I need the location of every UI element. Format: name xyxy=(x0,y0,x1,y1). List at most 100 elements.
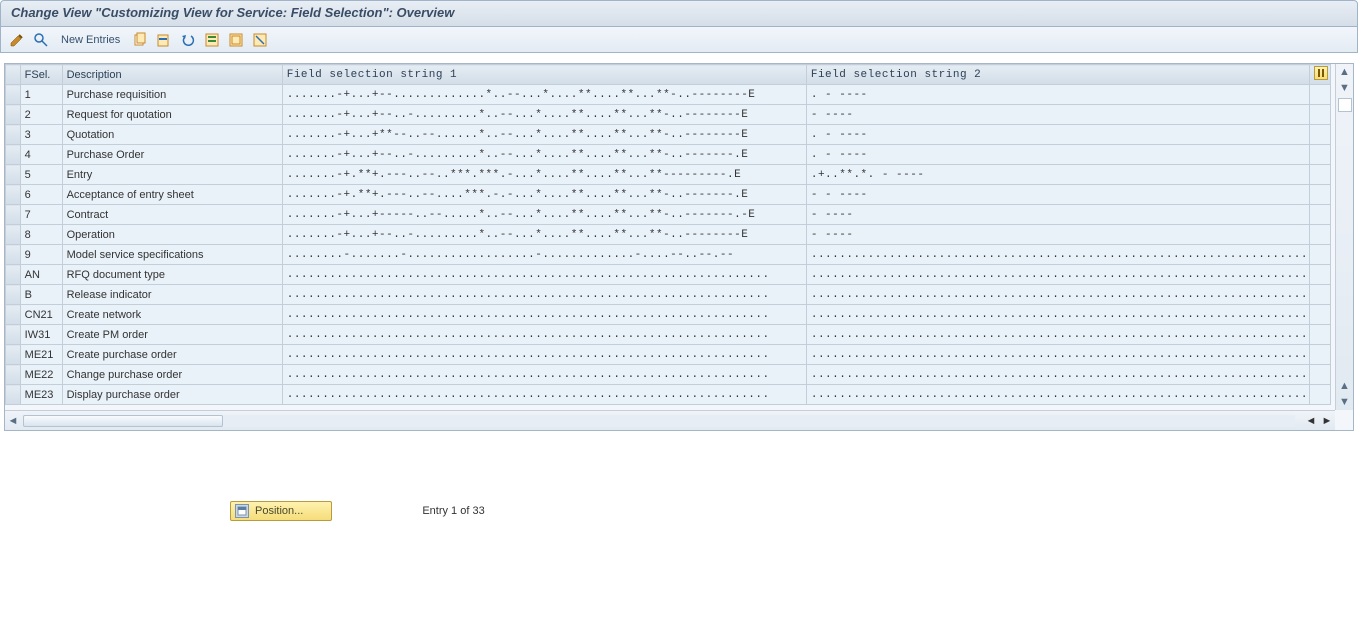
cell-description[interactable]: Purchase requisition xyxy=(62,85,282,105)
cell-string2[interactable]: . - ---- xyxy=(806,145,1309,165)
cell-fsel[interactable]: 1 xyxy=(20,85,62,105)
cell-string2[interactable]: ........................................… xyxy=(806,265,1309,285)
cell-description[interactable]: Purchase Order xyxy=(62,145,282,165)
col-header-string2[interactable]: Field selection string 2 xyxy=(806,65,1309,85)
row-selector[interactable] xyxy=(6,125,21,145)
col-header-fsel[interactable]: FSel. xyxy=(20,65,62,85)
cell-string1[interactable]: ........................................… xyxy=(282,345,806,365)
row-selector[interactable] xyxy=(6,325,21,345)
delete-icon[interactable] xyxy=(154,30,174,50)
position-button[interactable]: Position... xyxy=(230,501,332,521)
cell-string2[interactable]: - ---- xyxy=(806,225,1309,245)
cell-fsel[interactable]: B xyxy=(20,285,62,305)
cell-string2[interactable]: - ---- xyxy=(806,105,1309,125)
cell-fsel[interactable]: 4 xyxy=(20,145,62,165)
cell-string1[interactable]: .......-+...+--.............*..--...*...… xyxy=(282,85,806,105)
cell-fsel[interactable]: ME22 xyxy=(20,365,62,385)
vertical-scrollbar[interactable]: ▲ ▼ ▲ ▼ xyxy=(1335,64,1353,410)
cell-string2[interactable]: ........................................… xyxy=(806,385,1309,405)
cell-string1[interactable]: ........................................… xyxy=(282,265,806,285)
row-selector-header[interactable] xyxy=(6,65,21,85)
cell-string2[interactable]: ........................................… xyxy=(806,305,1309,325)
row-selector[interactable] xyxy=(6,345,21,365)
scroll-up-small-icon[interactable]: ▲ xyxy=(1337,378,1353,394)
row-selector[interactable] xyxy=(6,205,21,225)
cell-string1[interactable]: .......-+...+--..-.........*..--...*....… xyxy=(282,225,806,245)
cell-fsel[interactable]: ME23 xyxy=(20,385,62,405)
cell-fsel[interactable]: CN21 xyxy=(20,305,62,325)
cell-fsel[interactable]: 6 xyxy=(20,185,62,205)
scroll-down-small-icon[interactable]: ▼ xyxy=(1337,80,1353,96)
cell-description[interactable]: Create PM order xyxy=(62,325,282,345)
cell-string2[interactable]: ........................................… xyxy=(806,345,1309,365)
table-settings-icon[interactable] xyxy=(1314,66,1328,80)
cell-string2[interactable]: ........................................… xyxy=(806,285,1309,305)
configure-columns-button[interactable] xyxy=(1310,65,1331,85)
cell-string2[interactable]: . - ---- xyxy=(806,125,1309,145)
cell-description[interactable]: Operation xyxy=(62,225,282,245)
cell-description[interactable]: Contract xyxy=(62,205,282,225)
col-header-string1[interactable]: Field selection string 1 xyxy=(282,65,806,85)
cell-fsel[interactable]: ME21 xyxy=(20,345,62,365)
cell-description[interactable]: RFQ document type xyxy=(62,265,282,285)
col-header-description[interactable]: Description xyxy=(62,65,282,85)
cell-string1[interactable]: ........................................… xyxy=(282,305,806,325)
row-selector[interactable] xyxy=(6,245,21,265)
row-selector[interactable] xyxy=(6,225,21,245)
cell-fsel[interactable]: AN xyxy=(20,265,62,285)
scroll-right-icon[interactable]: ► xyxy=(1319,415,1335,427)
hscroll-track[interactable] xyxy=(23,415,1333,427)
row-selector[interactable] xyxy=(6,105,21,125)
toggle-change-icon[interactable] xyxy=(7,30,27,50)
cell-fsel[interactable]: 3 xyxy=(20,125,62,145)
cell-string1[interactable]: .......-+.**+.---..--..***.***.-...*....… xyxy=(282,165,806,185)
cell-description[interactable]: Change purchase order xyxy=(62,365,282,385)
cell-description[interactable]: Request for quotation xyxy=(62,105,282,125)
deselect-all-icon[interactable] xyxy=(250,30,270,50)
cell-description[interactable]: Entry xyxy=(62,165,282,185)
cell-fsel[interactable]: 2 xyxy=(20,105,62,125)
cell-string1[interactable]: ........................................… xyxy=(282,385,806,405)
cell-string2[interactable]: . - ---- xyxy=(806,85,1309,105)
row-selector[interactable] xyxy=(6,285,21,305)
cell-string1[interactable]: ........................................… xyxy=(282,285,806,305)
row-selector[interactable] xyxy=(6,185,21,205)
undo-icon[interactable] xyxy=(178,30,198,50)
scroll-down-icon[interactable]: ▼ xyxy=(1337,394,1353,410)
cell-fsel[interactable]: 8 xyxy=(20,225,62,245)
cell-string2[interactable]: ........................................… xyxy=(806,325,1309,345)
cell-string1[interactable]: .......-+.**+.---..--....***.-.-...*....… xyxy=(282,185,806,205)
cell-string1[interactable]: ........................................… xyxy=(282,365,806,385)
other-entry-icon[interactable] xyxy=(31,30,51,50)
horizontal-scrollbar[interactable]: ◄ xyxy=(5,410,1335,430)
cell-fsel[interactable]: 9 xyxy=(20,245,62,265)
cell-description[interactable]: Acceptance of entry sheet xyxy=(62,185,282,205)
row-selector[interactable] xyxy=(6,265,21,285)
cell-string1[interactable]: .......-+...+-----..--.....*..--...*....… xyxy=(282,205,806,225)
cell-string1[interactable]: .......-+...+--..-.........*..--...*....… xyxy=(282,145,806,165)
hscroll-thumb[interactable] xyxy=(23,415,223,427)
cell-string2[interactable]: .+..**.*. - ---- xyxy=(806,165,1309,185)
cell-description[interactable]: Create purchase order xyxy=(62,345,282,365)
select-all-icon[interactable] xyxy=(202,30,222,50)
cell-string2[interactable]: - - ---- xyxy=(806,185,1309,205)
cell-description[interactable]: Create network xyxy=(62,305,282,325)
scroll-left2-icon[interactable]: ◄ xyxy=(1303,415,1319,427)
row-selector[interactable] xyxy=(6,365,21,385)
cell-string2[interactable]: ........................................… xyxy=(806,365,1309,385)
row-selector[interactable] xyxy=(6,165,21,185)
cell-string1[interactable]: .......-+...+**--..--......*..--...*....… xyxy=(282,125,806,145)
cell-description[interactable]: Quotation xyxy=(62,125,282,145)
cell-description[interactable]: Release indicator xyxy=(62,285,282,305)
new-entries-button[interactable]: New Entries xyxy=(55,34,126,46)
cell-string1[interactable]: ........-.......-..................-....… xyxy=(282,245,806,265)
cell-string2[interactable]: - ---- xyxy=(806,205,1309,225)
cell-description[interactable]: Display purchase order xyxy=(62,385,282,405)
row-selector[interactable] xyxy=(6,385,21,405)
scroll-up-icon[interactable]: ▲ xyxy=(1337,64,1353,80)
cell-string1[interactable]: ........................................… xyxy=(282,325,806,345)
cell-string2[interactable]: ........................................… xyxy=(806,245,1309,265)
cell-description[interactable]: Model service specifications xyxy=(62,245,282,265)
row-selector[interactable] xyxy=(6,305,21,325)
copy-as-icon[interactable] xyxy=(130,30,150,50)
